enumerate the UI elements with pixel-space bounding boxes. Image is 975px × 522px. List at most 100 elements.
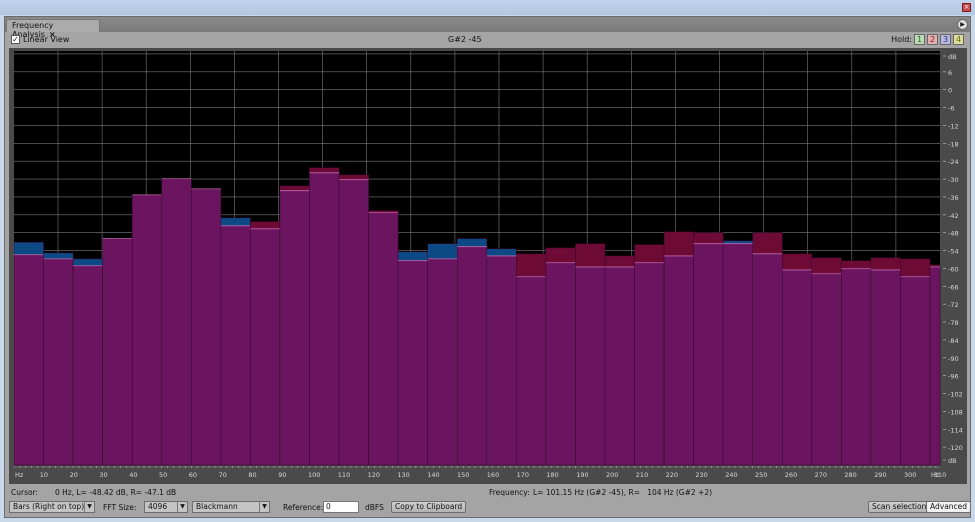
controls-row: Bars (Right on top) ▼ FFT Size: 4096 ▼ Bla…: [5, 500, 972, 516]
bar-overlap-22: [663, 255, 694, 466]
panel-menu-icon[interactable]: ▶: [957, 19, 968, 30]
x-tick-label: 110: [338, 471, 350, 479]
tab-frequency-analysis[interactable]: Frequency Analysis ×: [6, 19, 100, 39]
x-tick-label: 130: [397, 471, 409, 479]
status-row: Cursor: 0 Hz, L= -48.42 dB, R= -47.1 dB …: [5, 487, 970, 499]
window-function-select[interactable]: Blackmann ▼: [192, 501, 270, 513]
y-tick-label: -84: [948, 337, 959, 345]
bar-overlap-12: [368, 212, 399, 466]
y-tick-label: -54: [948, 248, 959, 256]
x-tick-label: 20: [70, 471, 78, 479]
note-readout: G#2 -45: [448, 35, 482, 44]
y-tick-label: -36: [948, 194, 959, 202]
x-tick-label: 60: [189, 471, 197, 479]
x-tick-label: 70: [219, 471, 227, 479]
x-tick-label: 190: [576, 471, 588, 479]
y-tick-label: 0: [948, 87, 952, 95]
cursor-label: Cursor:: [11, 488, 39, 497]
bar-overlap-24: [722, 243, 754, 466]
x-tick-label: 180: [546, 471, 558, 479]
scan-selection-button[interactable]: Scan selection: [868, 501, 931, 513]
x-tick-label: 100: [308, 471, 320, 479]
y-tick-label: -108: [948, 408, 963, 416]
x-tick-label: 280: [844, 471, 856, 479]
y-tick-label: dB: [948, 53, 957, 61]
hold-button-2[interactable]: 2: [927, 34, 938, 45]
window-function-value: Blackmann: [196, 502, 238, 511]
x-tick-label: 230: [695, 471, 707, 479]
y-tick-label: -48: [948, 230, 959, 238]
y-tick-label: -120: [948, 444, 963, 452]
cursor-value: 0 Hz, L= -48.42 dB, R= -47.1 dB: [55, 488, 177, 497]
x-tick-label: 30: [99, 471, 107, 479]
hold-button-1[interactable]: 1: [914, 34, 925, 45]
linear-view-label: Linear View: [23, 35, 70, 44]
bar-overlap-1: [43, 258, 74, 466]
bar-overlap-27: [811, 273, 842, 466]
reference-input[interactable]: 0: [323, 501, 359, 513]
bar-overlap-19: [575, 266, 606, 466]
y-tick-label: -114: [948, 426, 963, 434]
linear-view-checkbox[interactable]: ✓: [11, 35, 20, 44]
frequency-analysis-panel: Frequency Analysis × ▶ ✓ Linear View G#2 …: [4, 16, 972, 518]
y-tick-label: 6: [948, 69, 952, 77]
y-tick-label: -78: [948, 319, 959, 327]
fft-size-value: 4096: [148, 502, 168, 511]
x-tick-label: 250: [755, 471, 767, 479]
bar-overlap-26: [782, 269, 813, 466]
hold-button-3[interactable]: 3: [940, 34, 951, 45]
x-tick-label: 300: [904, 471, 916, 479]
close-icon[interactable]: ×: [962, 3, 971, 12]
bar-overlap-4: [131, 194, 162, 466]
bar-overlap-10: [309, 172, 340, 466]
tab-strip: Frequency Analysis × ▶: [5, 17, 970, 39]
fft-size-label: FFT Size:: [103, 503, 137, 512]
x-tick-label: 170: [517, 471, 529, 479]
bar-overlap-23: [693, 243, 724, 466]
spectrum-graph[interactable]: dB 6 0 -6 -12 -18 -24 -30 -36 -42 -48 -54 -60 -66 -72-…: [9, 48, 967, 484]
bar-overlap-9: [279, 190, 310, 466]
y-tick-label: -30: [948, 176, 959, 184]
chevron-down-icon: ▼: [259, 502, 269, 512]
x-tick-label: 160: [487, 471, 499, 479]
bar-overlap-5: [161, 178, 192, 466]
y-tick-label: -24: [948, 158, 959, 166]
frequency-value: L= 101.15 Hz (G#2 -45), R= 104 Hz (G#2 +…: [533, 488, 713, 497]
display-mode-select[interactable]: Bars (Right on top) ▼: [9, 501, 95, 513]
x-tick-label: 80: [248, 471, 256, 479]
y-tick-label: dB: [948, 457, 957, 465]
y-tick-label: -66: [948, 283, 959, 291]
chevron-down-icon: ▼: [84, 502, 94, 512]
bar-overlap-0: [14, 254, 44, 466]
advanced-button[interactable]: Advanced: [926, 501, 972, 513]
bar-overlap-2: [72, 265, 103, 466]
y-tick-label: -42: [948, 212, 959, 220]
hold-button-4[interactable]: 4: [953, 34, 964, 45]
bar-overlap-15: [457, 246, 488, 466]
x-tick-label: 140: [427, 471, 439, 479]
options-row: ✓ Linear View G#2 -45 Hold: 1 2 3 4: [5, 32, 970, 47]
bar-overlap-3: [102, 238, 133, 466]
x-tick-label: 150: [457, 471, 469, 479]
x-tick-label: 210: [636, 471, 648, 479]
x-tick-label: 270: [815, 471, 827, 479]
bar-overlap-25: [752, 253, 783, 466]
bar-overlap-29: [870, 269, 901, 466]
x-tick-label: 40: [129, 471, 137, 479]
reference-unit: dBFS: [365, 503, 384, 512]
copy-to-clipboard-button[interactable]: Copy to Clipboard: [391, 501, 467, 513]
y-tick-label: -90: [948, 355, 959, 363]
y-tick-label: -60: [948, 265, 959, 273]
display-mode-value: Bars (Right on top): [13, 502, 85, 511]
title-bar: ×: [0, 0, 975, 15]
x-tick-label: 120: [368, 471, 380, 479]
x-tick-label: 290: [874, 471, 886, 479]
hold-controls: Hold: 1 2 3 4: [891, 34, 964, 45]
reference-label: Reference:: [283, 503, 324, 512]
x-tick-label: Hz: [15, 471, 24, 479]
fft-size-select[interactable]: 4096 ▼: [144, 501, 188, 513]
bar-overlap-16: [486, 255, 517, 466]
y-tick-label: -6: [948, 105, 954, 113]
y-tick-label: -18: [948, 140, 959, 148]
bar-overlap-17: [516, 276, 547, 466]
